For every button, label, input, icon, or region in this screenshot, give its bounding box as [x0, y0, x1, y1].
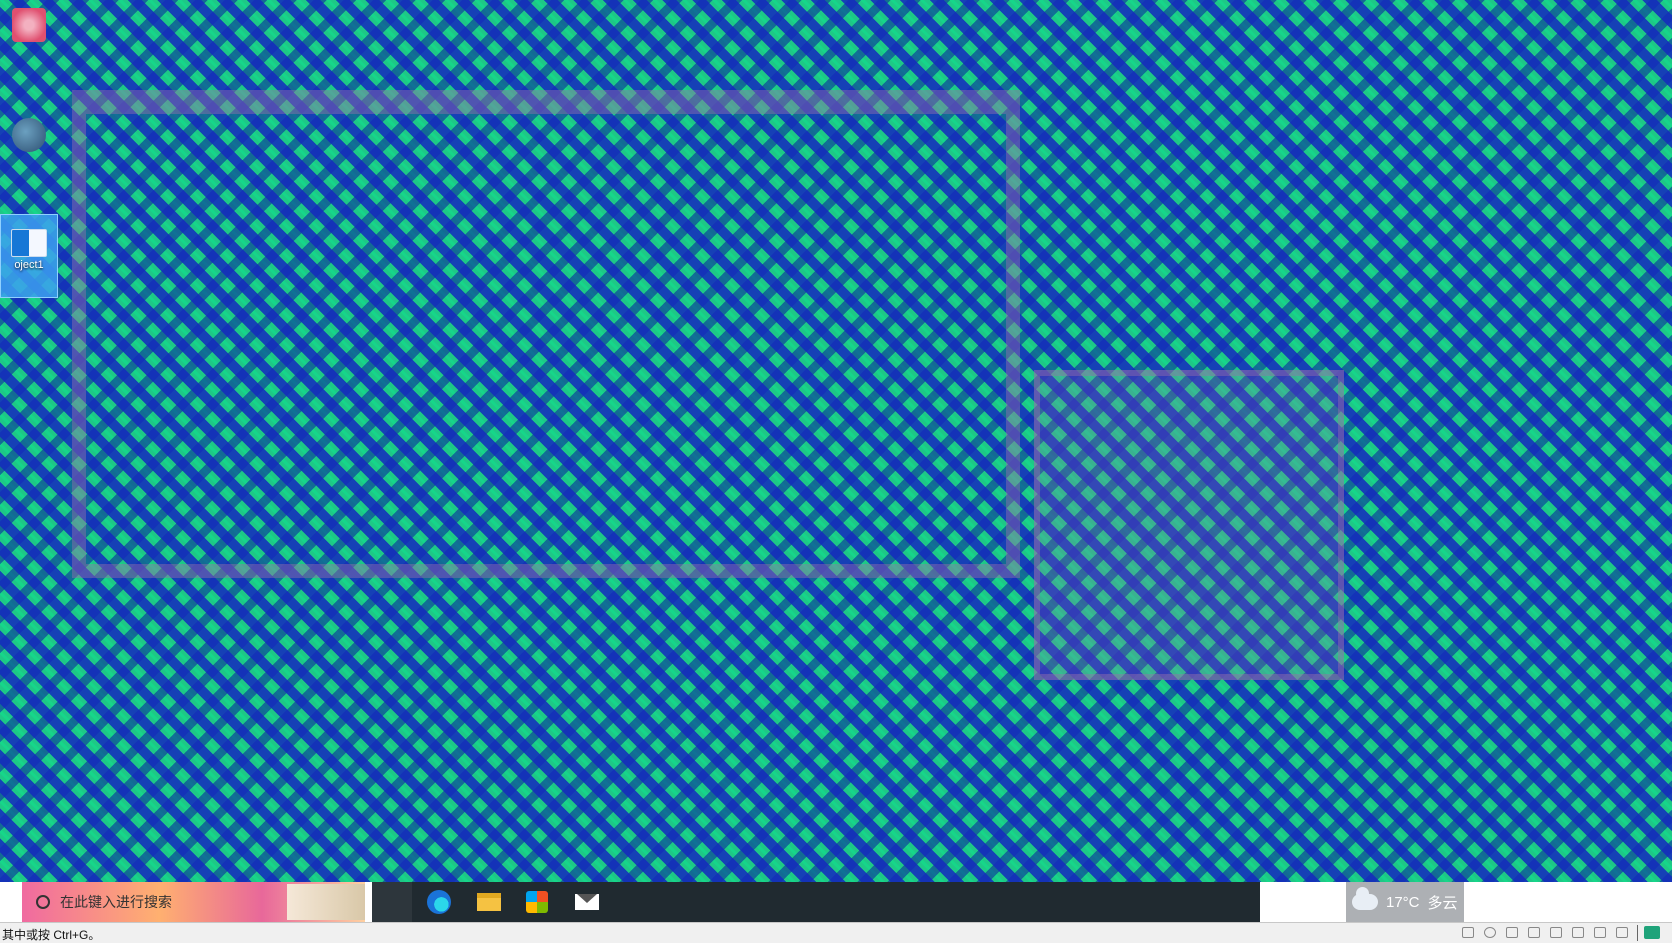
- weather-temperature: 17°C: [1386, 893, 1420, 911]
- status-divider: [1637, 925, 1638, 941]
- status-monitor-icon[interactable]: [1462, 927, 1474, 938]
- status-display-icon[interactable]: [1506, 927, 1518, 938]
- taskbar: 在此键入进行搜索 17°C 多云 18: [0, 882, 1672, 922]
- desktop-icon-recycle-bin[interactable]: [0, 8, 58, 44]
- mail-icon: [575, 894, 599, 910]
- cloud-icon: [1352, 887, 1378, 910]
- taskbar-app-file-explorer[interactable]: [466, 882, 512, 922]
- taskbar-search-box[interactable]: 在此键入进行搜索: [22, 882, 365, 922]
- weather-widget[interactable]: 17°C 多云: [1346, 882, 1464, 922]
- search-highlight-image: [287, 884, 365, 920]
- taskbar-app-edge[interactable]: [416, 882, 462, 922]
- ghost-window-large: [72, 90, 1020, 578]
- status-printer-icon[interactable]: [1528, 927, 1540, 938]
- folder-icon: [477, 893, 501, 911]
- status-network-icon[interactable]: [1484, 927, 1496, 938]
- status-bar: 其中或按 Ctrl+G。: [0, 922, 1672, 943]
- desktop-icon-label: oject1: [14, 259, 44, 271]
- task-view-button[interactable]: [372, 882, 412, 922]
- taskbar-app-store[interactable]: [514, 882, 560, 922]
- weather-condition: 多云: [1427, 894, 1458, 912]
- desktop-icon-project[interactable]: oject1: [0, 214, 58, 298]
- status-volume-icon[interactable]: [1550, 927, 1562, 938]
- ghost-window-small: [1034, 370, 1344, 680]
- system-clock[interactable]: 18: [1560, 886, 1630, 900]
- edge-icon: [427, 890, 451, 914]
- status-trash-icon[interactable]: [1616, 927, 1628, 938]
- chat-icon[interactable]: [1644, 926, 1660, 939]
- search-icon: [36, 895, 50, 909]
- search-placeholder: 在此键入进行搜索: [60, 894, 172, 910]
- status-arrow-icon[interactable]: [1594, 927, 1606, 938]
- recycle-bin-icon: [12, 8, 46, 42]
- taskbar-app-mail[interactable]: [564, 882, 610, 922]
- edge-icon: [12, 118, 46, 152]
- store-icon: [526, 891, 548, 913]
- desktop-icon-edge[interactable]: [0, 118, 58, 154]
- status-text: 其中或按 Ctrl+G。: [2, 928, 101, 942]
- desktop-wallpaper: oject1: [0, 0, 1672, 882]
- project-file-icon: [11, 229, 47, 257]
- status-settings-icon[interactable]: [1572, 927, 1584, 938]
